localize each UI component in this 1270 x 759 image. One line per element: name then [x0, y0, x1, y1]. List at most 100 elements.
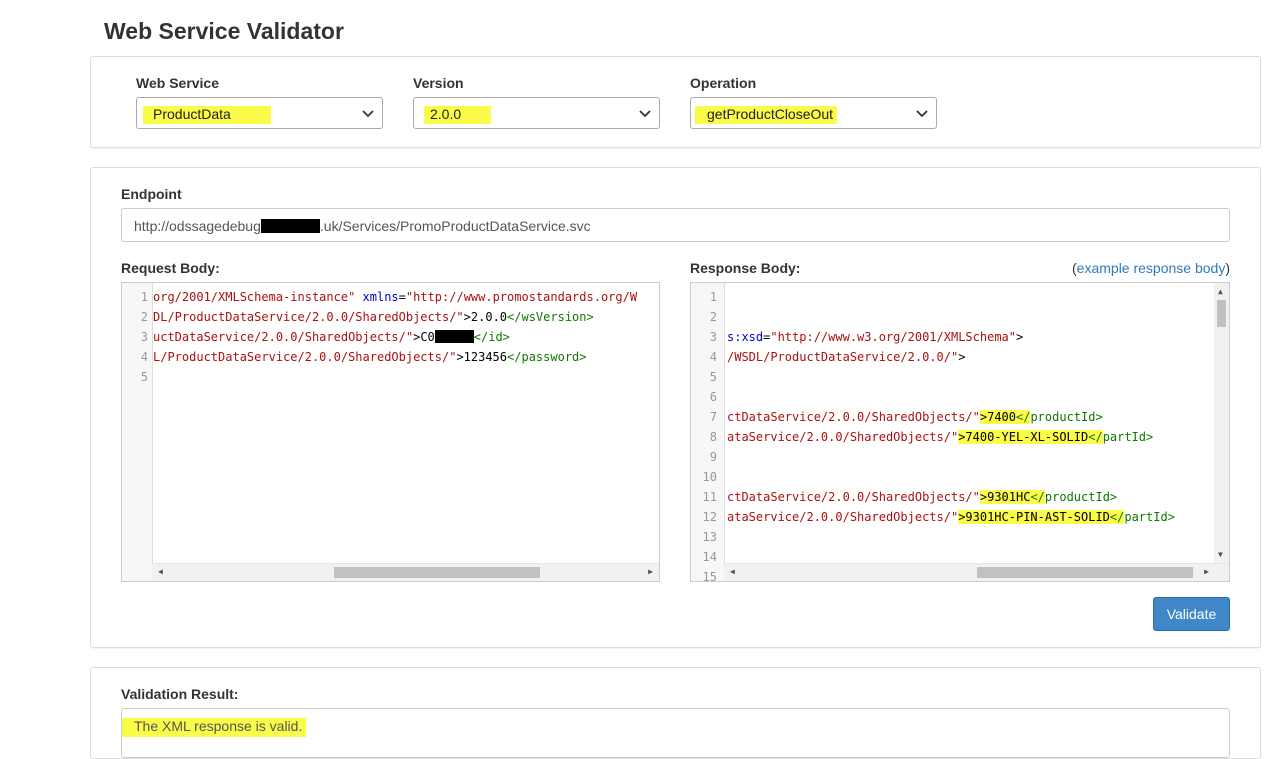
code-token: >2.0.0 [463, 310, 508, 324]
validation-result-label: Validation Result: [121, 686, 239, 702]
validate-button[interactable]: Validate [1153, 597, 1230, 631]
line-number: 11 [702, 490, 717, 504]
code-token: </ [1088, 430, 1103, 444]
operation-select[interactable]: getProductCloseOut [690, 97, 937, 129]
request-panel: Endpoint http://odssagedebug .uk/Services… [90, 167, 1261, 648]
validation-message: The XML response is valid. [122, 718, 307, 737]
code-token: partId> [1102, 430, 1154, 444]
operation-label: Operation [690, 75, 757, 91]
code-line: /WSDL/ProductDataService/2.0.0/"> [727, 350, 965, 364]
service-selection-panel: Web Service ProductData Version 2.0.0 Op… [90, 56, 1261, 148]
line-number: 2 [709, 310, 717, 324]
code-token: "http://www.w3.org/2001/XMLSchema" [770, 330, 1016, 344]
response-body-editor[interactable]: 1 2 3 4 5 6 7 8 9 10 11 12 13 14 15 s:xsd="http://www.… [690, 282, 1230, 582]
line-number: 4 [140, 350, 148, 364]
endpoint-value-prefix: http://odssagedebug [134, 218, 261, 234]
line-number: 9 [709, 450, 717, 464]
line-number: 1 [709, 290, 717, 304]
version-select[interactable]: 2.0.0 [413, 97, 660, 129]
code-line: ataService/2.0.0/SharedObjects/">9301HC-… [727, 510, 1175, 524]
web-service-label: Web Service [136, 75, 220, 91]
line-number: 10 [702, 470, 717, 484]
version-label: Version [413, 75, 464, 91]
code-token: uctDataService/2.0.0/SharedObjects/" [153, 330, 414, 344]
code-token: org/2001/XMLSchema-instance" [153, 290, 356, 304]
scrollbar-thumb[interactable] [1217, 300, 1226, 327]
request-body-editor[interactable]: 1 2 3 4 5 org/2001/XMLSchema-instance" xmlns… [121, 282, 660, 582]
scroll-left-icon[interactable]: ◀ [730, 568, 735, 576]
chevron-down-icon [362, 110, 374, 118]
code-line: ataService/2.0.0/SharedObjects/">7400-YE… [727, 430, 1153, 444]
response-vertical-scrollbar[interactable]: ▲ ▼ [1214, 283, 1229, 564]
line-number: 13 [702, 530, 717, 544]
line-number: 5 [140, 370, 148, 384]
request-code-area[interactable]: org/2001/XMLSchema-instance" xmlns="http… [153, 283, 659, 564]
line-number: 1 [140, 290, 148, 304]
line-number: 3 [709, 330, 717, 344]
code-token: </ [1016, 410, 1031, 424]
line-number-gutter: 1 2 3 4 5 [122, 283, 153, 581]
scroll-right-icon[interactable]: ▶ [1204, 568, 1209, 576]
scroll-up-icon[interactable]: ▲ [1218, 288, 1223, 296]
response-code-area[interactable]: s:xsd="http://www.w3.org/2001/XMLSchema"… [725, 283, 1214, 564]
code-token: = [398, 290, 406, 304]
response-body-label: Response Body: [690, 260, 801, 276]
response-horizontal-scrollbar[interactable]: ◀ ▶ [724, 563, 1229, 581]
line-number: 5 [709, 370, 717, 384]
code-line: L/ProductDataService/2.0.0/SharedObjects… [153, 350, 587, 364]
line-number: 2 [140, 310, 148, 324]
redacted-block [260, 219, 320, 233]
example-response-body-link[interactable]: example response body [1077, 260, 1226, 276]
request-horizontal-scrollbar[interactable]: ◀ ▶ [152, 563, 659, 581]
code-token: >123456 [456, 350, 508, 364]
code-token: ctDataService/2.0.0/SharedObjects/" [727, 490, 980, 504]
line-number: 6 [709, 390, 717, 404]
page-title: Web Service Validator [104, 18, 344, 44]
code-token: ataService/2.0.0/SharedObjects/" [727, 430, 959, 444]
code-token: </wsVersion> [507, 310, 594, 324]
code-line: ctDataService/2.0.0/SharedObjects/">7400… [727, 410, 1103, 424]
code-token: </ [1109, 510, 1125, 524]
chevron-down-icon [916, 110, 928, 118]
code-token: "http://www.promostandards.org/W [405, 290, 638, 304]
scrollbar-thumb[interactable] [977, 567, 1193, 578]
line-number: 12 [702, 510, 717, 524]
code-token: </password> [507, 350, 587, 364]
example-link-close-paren: ) [1225, 260, 1230, 276]
endpoint-input[interactable]: http://odssagedebug .uk/Services/PromoPro… [121, 208, 1230, 242]
operation-value: getProductCloseOut [695, 106, 838, 124]
code-token: ctDataService/2.0.0/SharedObjects/" [727, 410, 980, 424]
scroll-left-icon[interactable]: ◀ [158, 568, 163, 576]
scroll-right-icon[interactable]: ▶ [648, 568, 653, 576]
code-token: /WSDL/ProductDataService/2.0.0/" [727, 350, 959, 364]
line-number: 4 [709, 350, 717, 364]
code-token: > [958, 350, 966, 364]
web-service-value: ProductData [143, 106, 271, 124]
code-token: s:xsd [727, 330, 764, 344]
code-token: >9301HC [979, 490, 1031, 504]
redacted-block [434, 330, 474, 343]
line-number: 7 [709, 410, 717, 424]
web-service-select[interactable]: ProductData [136, 97, 383, 129]
code-line: ctDataService/2.0.0/SharedObjects/">9301… [727, 490, 1117, 504]
line-number: 8 [709, 430, 717, 444]
scrollbar-thumb[interactable] [334, 567, 540, 578]
example-link-wrapper: (example response body) [1072, 260, 1230, 276]
line-number: 3 [140, 330, 148, 344]
code-token: xmlns [362, 290, 399, 304]
code-line: DL/ProductDataService/2.0.0/SharedObject… [153, 310, 594, 324]
scroll-down-icon[interactable]: ▼ [1218, 551, 1223, 559]
validation-result-panel: Validation Result: The XML response is v… [90, 667, 1261, 759]
code-token: > [1016, 330, 1024, 344]
validation-result-box: The XML response is valid. [121, 708, 1230, 758]
line-number-gutter: 1 2 3 4 5 6 7 8 9 10 11 12 13 14 15 [691, 283, 725, 581]
line-number: 14 [702, 550, 717, 564]
chevron-down-icon [639, 110, 651, 118]
code-token: >9301HC-PIN-AST-SOLID [958, 510, 1110, 524]
code-token: >7400-YEL-XL-SOLID [958, 430, 1089, 444]
code-line: uctDataService/2.0.0/SharedObjects/">C0 <… [153, 330, 510, 344]
version-value: 2.0.0 [424, 106, 492, 124]
code-token: partId> [1124, 510, 1175, 524]
code-token: </id> [473, 330, 510, 344]
